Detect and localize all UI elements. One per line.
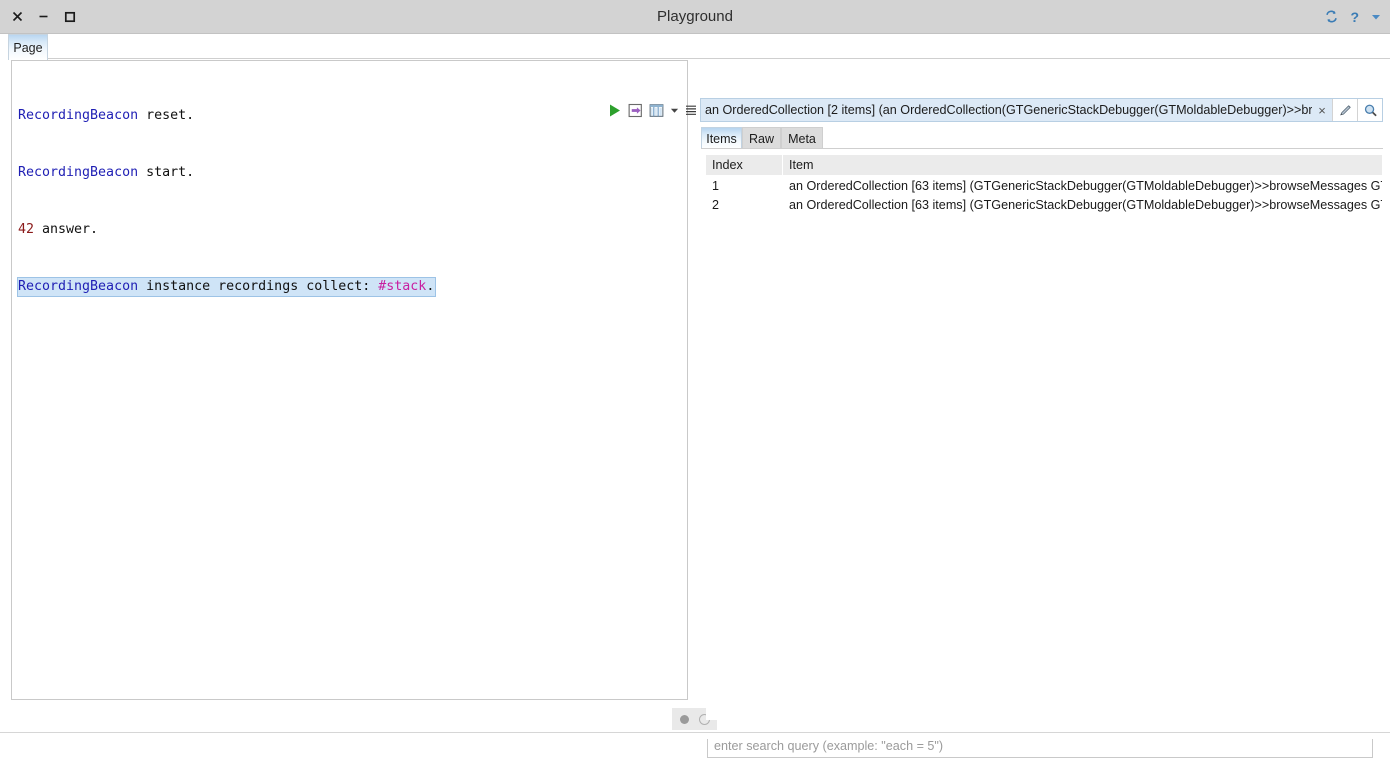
tab-page-label: Page (13, 40, 43, 55)
code-token: 42 (18, 222, 35, 237)
inspector-tabs-divider (701, 148, 1383, 149)
title-bar-actions: ? (1324, 0, 1382, 33)
tab-meta-label: Meta (788, 131, 816, 146)
code-line-selected[interactable]: RecordingBeacon instance recordings coll… (17, 277, 687, 297)
code-token: reset. (138, 108, 195, 123)
code-token: RecordingBeacon (18, 165, 139, 180)
columns-icon[interactable] (649, 103, 664, 118)
inspector-toolbar (608, 99, 697, 121)
tab-raw[interactable]: Raw (742, 127, 781, 149)
tab-items[interactable]: Items (701, 127, 742, 149)
tab-items-label: Items (706, 131, 737, 146)
code-token: start. (138, 165, 195, 180)
code-selection: RecordingBeacon instance recordings coll… (17, 277, 437, 297)
code-line[interactable]: RecordingBeacon reset. (18, 106, 687, 125)
code-token: instance recordings collect: (138, 279, 379, 294)
pager-dot-active[interactable] (679, 714, 689, 724)
cell-index: 2 (712, 197, 720, 212)
column-header-index[interactable]: Index (706, 155, 783, 175)
tab-page[interactable]: Page (8, 34, 48, 60)
code-token: RecordingBeacon (18, 108, 139, 123)
window-title: Playground (657, 8, 733, 25)
cell-index: 1 (712, 178, 720, 193)
tab-strip-divider (48, 58, 1390, 59)
tab-strip: Page (0, 34, 1390, 60)
inspector-tabs: Items Raw Meta (701, 127, 1383, 149)
tab-raw-label: Raw (748, 131, 774, 146)
chevron-down-icon[interactable] (670, 106, 679, 115)
code-line[interactable]: 42 answer. (18, 220, 687, 239)
playground-window: Playground ? Page RecordingBeacon reset.… (0, 0, 1390, 758)
code-token: answer. (34, 222, 99, 237)
tab-meta[interactable]: Meta (781, 127, 823, 149)
main-content: RecordingBeacon reset. RecordingBeacon s… (0, 60, 1390, 758)
search-icon[interactable] (1357, 99, 1382, 121)
code-token: RecordingBeacon (18, 279, 139, 294)
breadcrumb: an OrderedCollection [2 items] (an Order… (700, 98, 1383, 122)
pencil-icon[interactable] (1332, 99, 1357, 121)
sync-icon[interactable] (1324, 9, 1339, 24)
code-line[interactable]: RecordingBeacon start. (18, 163, 687, 182)
code-content: RecordingBeacon reset. RecordingBeacon s… (12, 61, 687, 334)
code-token: . (426, 279, 435, 294)
table-header: Index Item (706, 155, 1382, 176)
breadcrumb-label[interactable]: an OrderedCollection [2 items] (an Order… (701, 103, 1312, 117)
code-token: #stack (378, 279, 427, 294)
run-icon[interactable] (608, 103, 622, 118)
publish-icon[interactable] (628, 103, 643, 118)
close-icon[interactable]: × (1312, 103, 1332, 118)
cell-item: an OrderedCollection [63 items] (GTGener… (789, 197, 1382, 212)
code-editor[interactable]: RecordingBeacon reset. RecordingBeacon s… (11, 60, 688, 700)
column-header-item[interactable]: Item (783, 155, 1382, 175)
window-bottom-edge (0, 732, 1390, 739)
items-table: Index Item 1 an OrderedCollection [63 it… (706, 155, 1382, 720)
table-row[interactable]: 2 an OrderedCollection [63 items] (GTGen… (706, 195, 1382, 214)
title-bar: Playground ? (0, 0, 1390, 34)
chevron-down-icon[interactable] (1370, 11, 1382, 23)
help-icon[interactable]: ? (1348, 9, 1361, 25)
table-row[interactable]: 1 an OrderedCollection [63 items] (GTGen… (706, 176, 1382, 195)
cell-item: an OrderedCollection [63 items] (GTGener… (789, 178, 1382, 193)
menu-lines-icon[interactable] (685, 104, 697, 116)
search-input[interactable] (708, 738, 1372, 754)
